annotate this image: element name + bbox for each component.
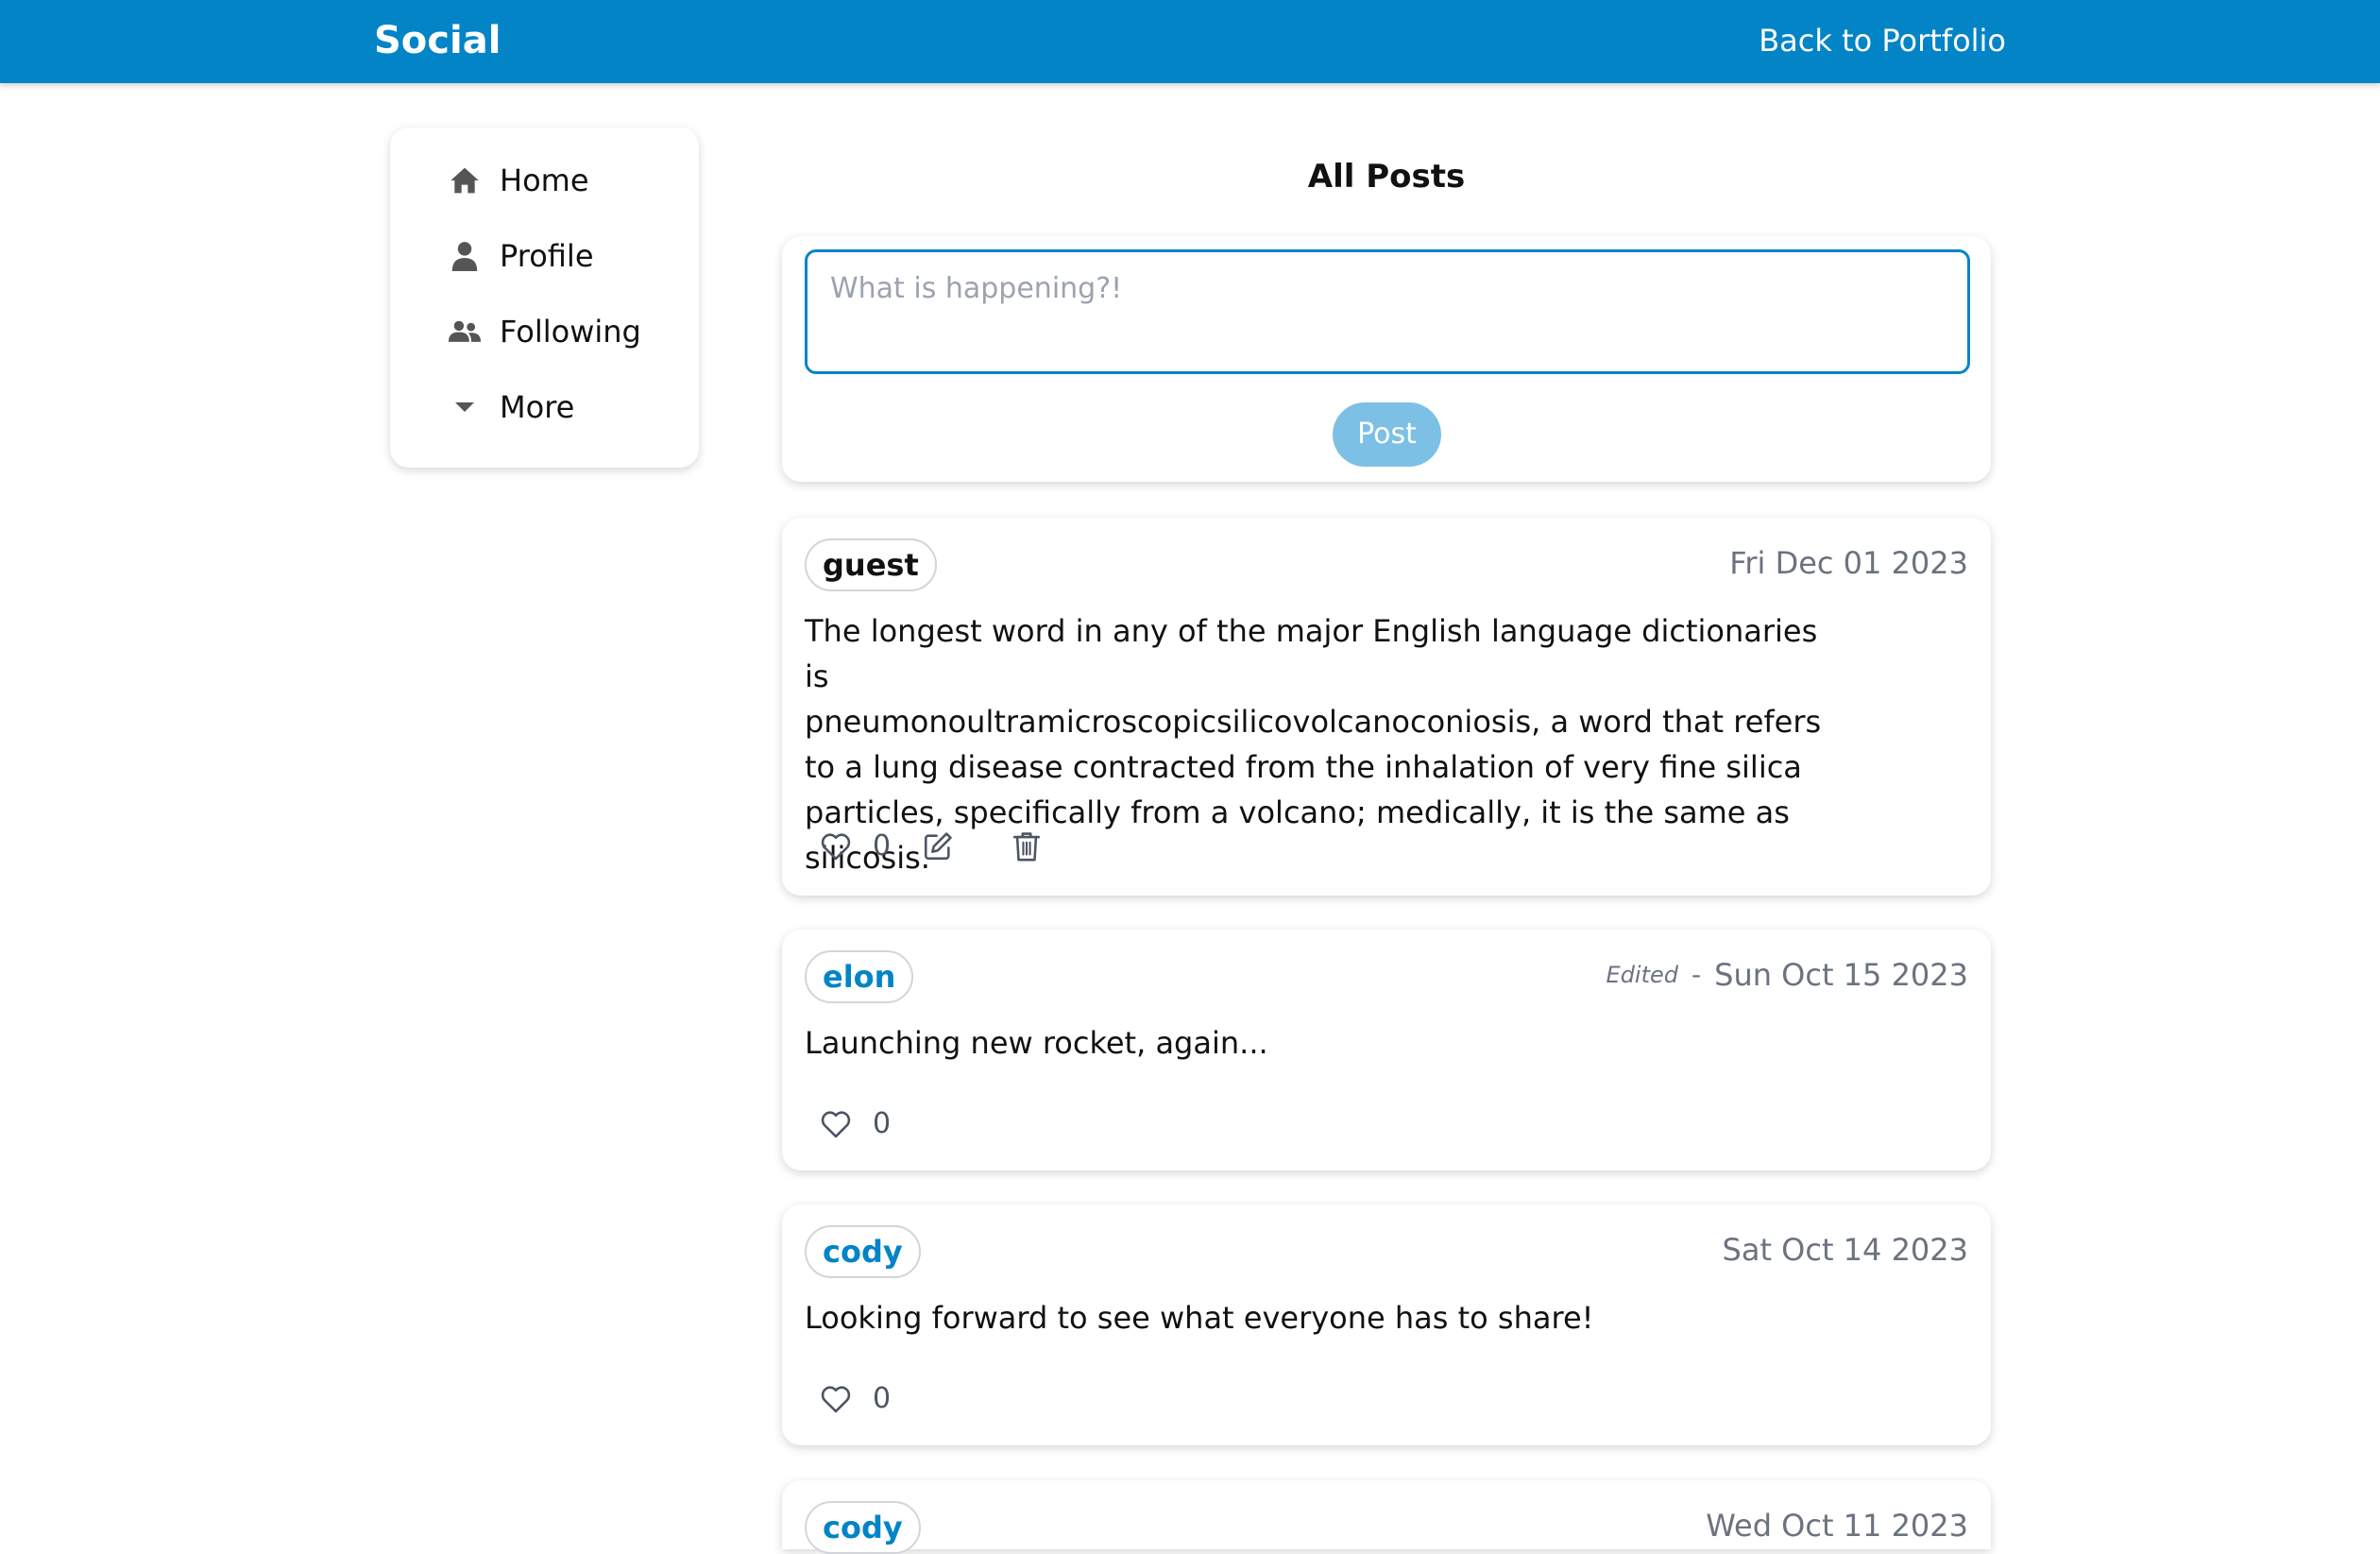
post-card: cody Wed Oct 11 2023 <box>782 1480 1991 1554</box>
like-count: 0 <box>873 829 892 862</box>
post-actions: 0 <box>818 824 1045 869</box>
post-date: Fri Dec 01 2023 <box>1729 545 1968 581</box>
post-card: guest Fri Dec 01 2023 The longest word i… <box>782 518 1991 896</box>
sidebar-item-profile[interactable]: Profile <box>447 228 594 284</box>
page-title: All Posts <box>1307 158 1466 196</box>
post-date: Wed Oct 11 2023 <box>1706 1508 1968 1544</box>
post-body: Launching new rocket, again... <box>805 1025 1268 1061</box>
sidebar-item-label: Following <box>500 314 641 350</box>
post-author[interactable]: cody <box>805 1225 921 1278</box>
post-meta: Sat Oct 14 2023 <box>1723 1229 1968 1271</box>
sidebar-item-label: Home <box>500 162 589 198</box>
top-bar: Social Back to Portfolio <box>0 0 2380 83</box>
sidebar-item-label: Profile <box>500 238 594 274</box>
edit-icon[interactable] <box>920 828 956 864</box>
sidebar-nav: Home Profile Following More <box>390 128 699 468</box>
heart-icon[interactable] <box>818 1381 854 1417</box>
trash-icon[interactable] <box>1009 828 1045 864</box>
post-author[interactable]: elon <box>805 950 914 1003</box>
post-card: elon Edited - Sun Oct 15 2023 Launching … <box>782 930 1991 1170</box>
post-button[interactable]: Post <box>1333 402 1441 467</box>
back-to-portfolio-link[interactable]: Back to Portfolio <box>1759 19 2006 62</box>
meta-separator: - <box>1692 959 1702 990</box>
users-icon <box>447 314 483 350</box>
like-count: 0 <box>873 1382 892 1415</box>
post-author[interactable]: cody <box>805 1501 921 1554</box>
post-actions: 0 <box>818 1101 901 1147</box>
post-actions: 0 <box>818 1376 901 1422</box>
heart-icon[interactable] <box>818 1106 854 1142</box>
post-card: cody Sat Oct 14 2023 Looking forward to … <box>782 1204 1991 1445</box>
post-body: Looking forward to see what everyone has… <box>805 1300 1594 1336</box>
sidebar-item-label: More <box>500 389 575 425</box>
home-icon <box>447 162 483 198</box>
brand-link[interactable]: Social <box>374 17 501 64</box>
post-date: Sun Oct 15 2023 <box>1714 957 1968 993</box>
caret-down-icon <box>447 389 483 425</box>
post-meta: Fri Dec 01 2023 <box>1729 542 1968 584</box>
sidebar-item-home[interactable]: Home <box>447 152 589 209</box>
post-composer: Post <box>782 236 1991 482</box>
post-author[interactable]: guest <box>805 538 937 591</box>
user-icon <box>447 238 483 274</box>
sidebar-item-more[interactable]: More <box>447 379 574 435</box>
edited-label: Edited <box>1606 962 1679 988</box>
like-count: 0 <box>873 1107 892 1140</box>
new-post-input[interactable] <box>805 249 1970 374</box>
heart-icon[interactable] <box>818 828 854 864</box>
post-meta: Wed Oct 11 2023 <box>1706 1505 1968 1546</box>
post-date: Sat Oct 14 2023 <box>1722 1232 1968 1268</box>
post-meta: Edited - Sun Oct 15 2023 <box>1606 954 1968 996</box>
sidebar-item-following[interactable]: Following <box>447 303 641 360</box>
